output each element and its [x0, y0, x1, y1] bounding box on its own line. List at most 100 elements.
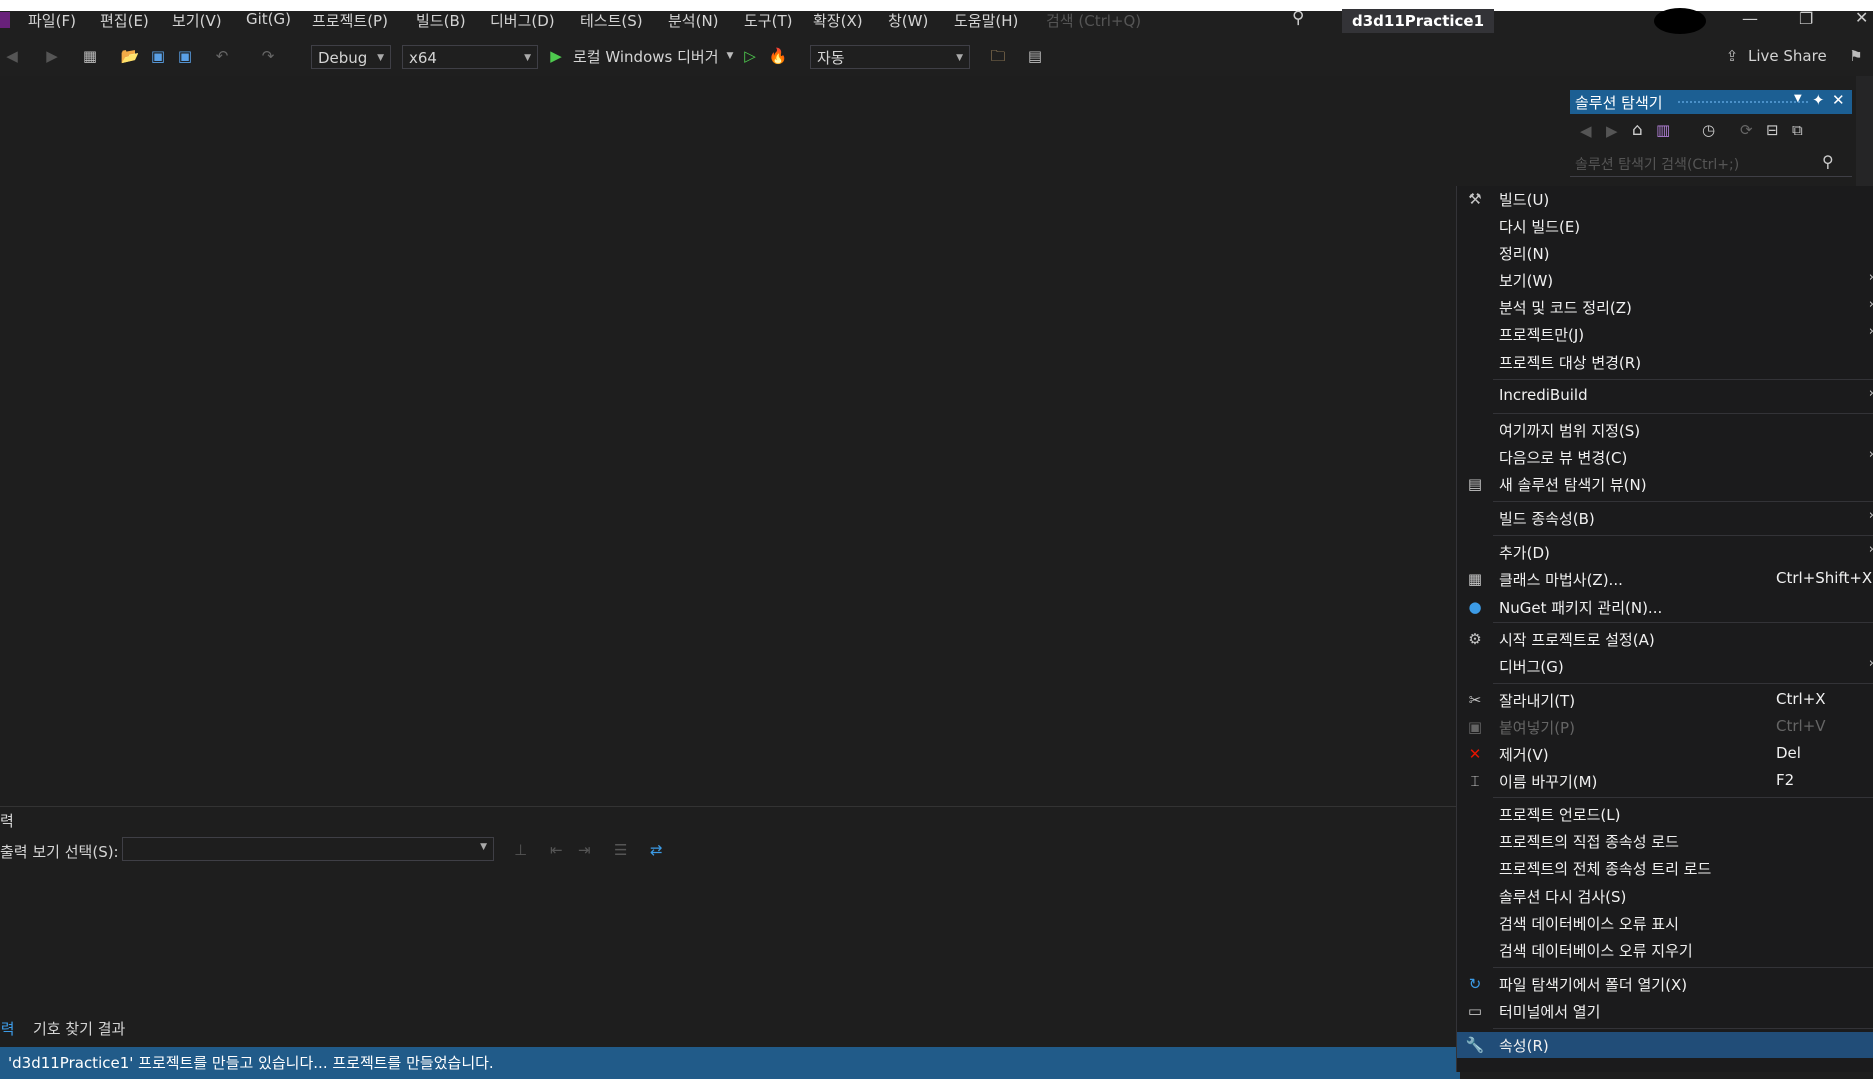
tab-output[interactable]: 출력	[0, 1018, 15, 1039]
menu-item[interactable]: 파일(F)	[28, 10, 76, 31]
context-menu-item[interactable]: 🔧 속성(R)	[1457, 1032, 1873, 1058]
hot-reload-icon[interactable]: 🔥	[768, 46, 788, 66]
back-icon[interactable]: ◀	[1580, 122, 1592, 140]
side-tool-strip[interactable]	[1856, 76, 1873, 196]
minimize-icon[interactable]: —	[1742, 9, 1758, 28]
context-menu-item[interactable]: 프로젝트만(J) ›	[1457, 321, 1873, 347]
feedback-icon[interactable]: ⚑	[1846, 46, 1866, 66]
context-menu-item[interactable]: 정리(N)	[1457, 240, 1873, 266]
forward-icon[interactable]: ▶	[1606, 122, 1618, 140]
new-project-icon[interactable]: ▦	[80, 46, 100, 66]
layout-icon[interactable]: ▤	[1025, 46, 1045, 66]
context-menu-item[interactable]: 추가(D) ›	[1457, 539, 1873, 565]
context-menu-item[interactable]: 보기(W) ›	[1457, 267, 1873, 293]
menu-item[interactable]: 보기(V)	[172, 10, 222, 31]
context-menu-item[interactable]: ▤ 새 솔루션 탐색기 뷰(N)	[1457, 471, 1873, 497]
start-without-debug-icon[interactable]: ▷	[740, 46, 760, 66]
context-menu-item[interactable]: 빌드 종속성(B) ›	[1457, 505, 1873, 531]
menu-item[interactable]: 디버그(D)	[490, 10, 555, 31]
context-menu-item[interactable]: 여기까지 범위 지정(S)	[1457, 417, 1873, 443]
menu-item[interactable]: 프로젝트(P)	[312, 10, 388, 31]
home-icon[interactable]: ⌂	[1632, 120, 1643, 140]
context-menu-item[interactable]: 검색 데이터베이스 오류 표시	[1457, 910, 1873, 936]
context-menu-item[interactable]: ▣ 붙여넣기(P) Ctrl+V	[1457, 714, 1873, 740]
menu-item[interactable]: 분석(N)	[668, 10, 719, 31]
context-menu-item[interactable]: 프로젝트 언로드(L)	[1457, 801, 1873, 827]
chevron-down-icon[interactable]: ▼	[720, 46, 740, 66]
undo-icon[interactable]: ↶	[212, 46, 232, 66]
context-menu-item-label: 보기(W)	[1499, 272, 1554, 290]
close-window-icon[interactable]: ✕	[1855, 8, 1868, 27]
context-menu-item[interactable]: ⌶ 이름 바꾸기(M) F2	[1457, 768, 1873, 794]
account-avatar[interactable]	[1654, 8, 1706, 34]
auto-select[interactable]: 자동 ▼	[810, 45, 970, 69]
context-menu-item[interactable]: 다음으로 뷰 변경(C) ›	[1457, 444, 1873, 470]
previous-message-icon[interactable]: ⇤	[550, 841, 563, 859]
live-share-icon[interactable]: ⇪	[1722, 46, 1742, 66]
next-message-icon[interactable]: ⇥	[578, 841, 591, 859]
context-menu-item[interactable]: 다시 빌드(E)	[1457, 213, 1873, 239]
show-all-files-icon[interactable]: ⧉	[1792, 121, 1803, 139]
context-menu-item[interactable]: 솔루션 다시 검사(S)	[1457, 883, 1873, 909]
context-menu-item[interactable]: 프로젝트의 전체 종속성 트리 로드	[1457, 855, 1873, 881]
context-menu-item-label: 클래스 마법사(Z)...	[1499, 571, 1623, 589]
run-debugger-button[interactable]: 로컬 Windows 디버거	[573, 46, 719, 67]
save-all-icon[interactable]: ▣	[175, 46, 195, 66]
context-menu-item[interactable]: ✂ 잘라내기(T) Ctrl+X	[1457, 687, 1873, 713]
clear-output-icon[interactable]: ⊥	[514, 841, 527, 859]
redo-icon[interactable]: ↷	[258, 46, 278, 66]
context-menu-item[interactable]: ⚒ 빌드(U)	[1457, 186, 1873, 212]
menu-item[interactable]: Git(G)	[246, 10, 291, 28]
word-wrap-icon[interactable]: ⇄	[650, 841, 663, 859]
configuration-select[interactable]: Debug ▼	[311, 45, 391, 69]
tab-find-symbol-results[interactable]: 기호 찾기 결과	[33, 1018, 125, 1039]
context-menu-item[interactable]: 프로젝트 대상 변경(R)	[1457, 349, 1873, 375]
menu-item[interactable]: 편집(E)	[100, 10, 149, 31]
refresh-icon[interactable]: ⟳	[1740, 121, 1753, 139]
context-menu-item[interactable]: 디버그(G) ›	[1457, 653, 1873, 679]
collapse-all-icon[interactable]: ⊟	[1766, 121, 1779, 139]
context-menu-item[interactable]: ▭ 터미널에서 열기	[1457, 998, 1873, 1024]
solution-explorer-search-input[interactable]: 솔루션 탐색기 검색(Ctrl+;) ⚲	[1570, 150, 1852, 177]
context-menu-item[interactable]: ● NuGet 패키지 관리(N)...	[1457, 594, 1873, 620]
live-share-button[interactable]: Live Share	[1748, 47, 1827, 65]
menu-item[interactable]: 도구(T)	[744, 10, 792, 31]
context-menu-item-label: 잘라내기(T)	[1499, 692, 1576, 710]
platform-select[interactable]: x64 ▼	[402, 45, 538, 69]
start-debug-icon[interactable]: ▶	[546, 46, 566, 66]
back-icon[interactable]: ◀	[2, 46, 22, 66]
context-menu-item[interactable]: ↻ 파일 탐색기에서 폴더 열기(X)	[1457, 971, 1873, 997]
menu-separator	[1493, 413, 1873, 414]
restore-icon[interactable]: ❐	[1799, 9, 1813, 28]
output-source-select[interactable]: ▼	[122, 837, 494, 861]
pin-icon[interactable]: ✦	[1812, 91, 1825, 109]
context-menu-item[interactable]: 분석 및 코드 정리(Z) ›	[1457, 294, 1873, 320]
context-menu-item[interactable]: ▦ 클래스 마법사(Z)... Ctrl+Shift+X	[1457, 566, 1873, 592]
chevron-right-icon: ›	[1869, 386, 1873, 401]
menu-item[interactable]: 도움말(H)	[954, 10, 1018, 31]
save-icon[interactable]: ▣	[148, 46, 168, 66]
clear-all-icon[interactable]: ☰	[614, 841, 627, 859]
solution-explorer-header[interactable]: 솔루션 탐색기 ▼ ✦ ✕	[1570, 90, 1852, 114]
platform-value: x64	[409, 49, 437, 67]
history-icon[interactable]: ◷	[1702, 121, 1715, 139]
chevron-down-icon[interactable]: ▼	[1794, 93, 1802, 104]
switch-view-icon[interactable]: ▥	[1656, 121, 1670, 139]
menu-item[interactable]: 빌드(B)	[416, 10, 466, 31]
context-menu-item[interactable]: IncrediBuild ›	[1457, 383, 1873, 409]
menu-item[interactable]: 창(W)	[888, 10, 928, 31]
close-icon[interactable]: ✕	[1832, 91, 1845, 109]
context-menu-item[interactable]: ⚙ 시작 프로젝트로 설정(A)	[1457, 626, 1873, 652]
menu-item[interactable]: 확장(X)	[813, 10, 863, 31]
context-menu-item[interactable]: 프로젝트의 직접 종속성 로드	[1457, 828, 1873, 854]
search-icon[interactable]: ⚲	[1822, 152, 1834, 171]
folder-view-icon[interactable]: 🗀	[988, 46, 1008, 66]
menu-separator	[1493, 622, 1873, 623]
menu-item[interactable]: 테스트(S)	[580, 10, 643, 31]
open-file-icon[interactable]: 📂	[120, 46, 140, 66]
context-menu-item[interactable]: ✕ 제거(V) Del	[1457, 741, 1873, 767]
forward-icon[interactable]: ▶	[42, 46, 62, 66]
search-icon[interactable]: ⚲	[1292, 8, 1304, 28]
context-menu-item[interactable]: 검색 데이터베이스 오류 지우기	[1457, 937, 1873, 963]
quick-search-input[interactable]: 검색 (Ctrl+Q)	[1046, 10, 1316, 30]
